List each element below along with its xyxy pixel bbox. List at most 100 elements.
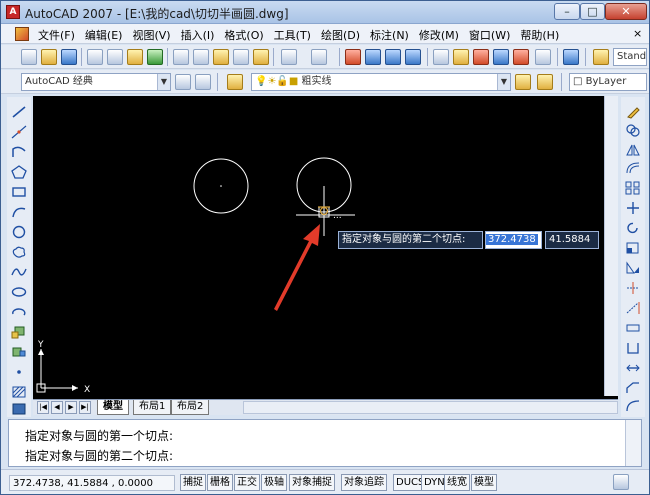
menu-help[interactable]: 帮助(H) — [515, 27, 564, 43]
gradient-icon[interactable] — [11, 402, 27, 416]
spline-icon[interactable] — [11, 265, 27, 279]
construction-line-icon[interactable] — [11, 125, 27, 139]
tab-model[interactable]: 模型 — [97, 400, 129, 415]
snap-toggle[interactable]: 捕捉 — [180, 474, 206, 491]
menu-edit[interactable]: 编辑(E) — [80, 27, 128, 43]
rotate-icon[interactable] — [625, 221, 641, 235]
layer-previous-icon[interactable] — [537, 74, 553, 90]
layer-manager-icon[interactable] — [227, 74, 243, 90]
color-combo[interactable]: □ ByLayer — [569, 73, 647, 91]
open-file-icon[interactable] — [41, 49, 57, 65]
prev-tab-button[interactable]: ◀ — [51, 401, 63, 414]
title-bar[interactable]: A AutoCAD 2007 - [E:\我的cad\切切半画圆.dwg] – … — [1, 1, 649, 24]
redo-icon[interactable] — [311, 49, 327, 65]
array-icon[interactable] — [625, 181, 641, 195]
pan-icon[interactable] — [345, 49, 361, 65]
circle-icon[interactable] — [11, 225, 27, 239]
rectangle-icon[interactable] — [11, 185, 27, 199]
revision-cloud-icon[interactable] — [11, 245, 27, 259]
undo-icon[interactable] — [281, 49, 297, 65]
arc-icon[interactable] — [11, 205, 27, 219]
zoom-previous-icon[interactable] — [405, 49, 421, 65]
extend-icon[interactable] — [625, 301, 641, 315]
calculator-icon[interactable] — [535, 49, 551, 65]
close-button[interactable]: ✕ — [605, 3, 647, 20]
drawing-canvas[interactable]: ... X Y 指定对象与圆的第二个切点: 372.4738 41.5884 — [33, 96, 618, 399]
text-style-combo[interactable]: Standard — [613, 48, 647, 66]
ellipse-arc-icon[interactable] — [11, 305, 27, 319]
chamfer-icon[interactable] — [625, 361, 641, 375]
minimize-button[interactable]: – — [554, 3, 580, 20]
menu-tools[interactable]: 工具(T) — [269, 27, 316, 43]
document-close-icon[interactable]: × — [633, 27, 642, 40]
polygon-icon[interactable] — [11, 165, 27, 179]
tab-layout1[interactable]: 布局1 — [133, 400, 172, 415]
dynamic-input-x[interactable]: 372.4738 — [485, 231, 542, 249]
vertical-scrollbar[interactable] — [604, 96, 618, 396]
print-icon[interactable] — [87, 49, 103, 65]
command-window[interactable]: 指定对象与圆的第一个切点: 指定对象与圆的第二个切点: — [8, 419, 642, 467]
menu-modify[interactable]: 修改(M) — [414, 27, 464, 43]
dynamic-input-y[interactable]: 41.5884 — [545, 231, 599, 249]
horizontal-scrollbar[interactable] — [243, 401, 618, 414]
otrack-toggle[interactable]: 对象追踪 — [341, 474, 387, 491]
trim-icon[interactable] — [625, 281, 641, 295]
command-scrollbar[interactable] — [625, 420, 641, 466]
osnap-toggle[interactable]: 对象捕捉 — [289, 474, 335, 491]
publish-icon[interactable] — [127, 49, 143, 65]
command-current-line[interactable]: 指定对象与圆的第二个切点: — [25, 447, 173, 464]
save-workspace-icon[interactable] — [195, 74, 211, 90]
save-icon[interactable] — [61, 49, 77, 65]
hatch-icon[interactable] — [11, 385, 27, 399]
menu-draw[interactable]: 绘图(D) — [316, 27, 365, 43]
offset-icon[interactable] — [625, 161, 641, 175]
autocad-app-icon[interactable]: A — [6, 5, 20, 19]
paste-icon[interactable] — [213, 49, 229, 65]
line-icon[interactable] — [11, 105, 27, 119]
workspace-combo[interactable]: AutoCAD 经典 ▼ — [21, 73, 171, 91]
join-icon[interactable] — [625, 341, 641, 355]
zoom-window-icon[interactable] — [385, 49, 401, 65]
menu-format[interactable]: 格式(O) — [219, 27, 268, 43]
menu-file[interactable]: 文件(F) — [33, 27, 80, 43]
erase-icon[interactable] — [625, 105, 641, 119]
tab-layout2[interactable]: 布局2 — [171, 400, 210, 415]
menu-insert[interactable]: 插入(I) — [176, 27, 220, 43]
properties-icon[interactable] — [433, 49, 449, 65]
design-center-icon[interactable] — [453, 49, 469, 65]
grid-toggle[interactable]: 栅格 — [207, 474, 233, 491]
menu-view[interactable]: 视图(V) — [127, 27, 175, 43]
polyline-icon[interactable] — [11, 145, 27, 159]
3d-dwf-icon[interactable] — [147, 49, 163, 65]
chevron-down-icon[interactable]: ▼ — [157, 74, 170, 90]
print-preview-icon[interactable] — [107, 49, 123, 65]
break-icon[interactable] — [625, 321, 641, 335]
sheet-set-icon[interactable] — [493, 49, 509, 65]
make-current-layer-icon[interactable] — [515, 74, 531, 90]
ellipse-icon[interactable] — [11, 285, 27, 299]
move-icon[interactable] — [625, 201, 641, 215]
make-block-icon[interactable] — [11, 345, 27, 359]
scale-icon[interactable] — [625, 241, 641, 255]
zoom-realtime-icon[interactable] — [365, 49, 381, 65]
copy-icon[interactable] — [193, 49, 209, 65]
document-menu-icon[interactable] — [15, 27, 29, 41]
copy-object-icon[interactable] — [625, 123, 641, 137]
workspace-settings-icon[interactable] — [175, 74, 191, 90]
mirror-icon[interactable] — [625, 143, 641, 157]
next-tab-button[interactable]: ▶ — [65, 401, 77, 414]
ortho-toggle[interactable]: 正交 — [234, 474, 260, 491]
lineweight-toggle[interactable]: 线宽 — [444, 474, 470, 491]
help-icon[interactable] — [563, 49, 579, 65]
explode-icon[interactable] — [625, 399, 641, 413]
text-style-icon[interactable] — [593, 49, 609, 65]
tool-palettes-icon[interactable] — [473, 49, 489, 65]
coordinate-readout[interactable]: 372.4738, 41.5884 , 0.0000 — [9, 475, 175, 491]
stretch-icon[interactable] — [625, 261, 641, 275]
new-file-icon[interactable] — [21, 49, 37, 65]
match-properties-icon[interactable] — [233, 49, 249, 65]
point-icon[interactable] — [11, 365, 27, 379]
markup-icon[interactable] — [513, 49, 529, 65]
first-tab-button[interactable]: |◀ — [37, 401, 49, 414]
cut-icon[interactable] — [173, 49, 189, 65]
